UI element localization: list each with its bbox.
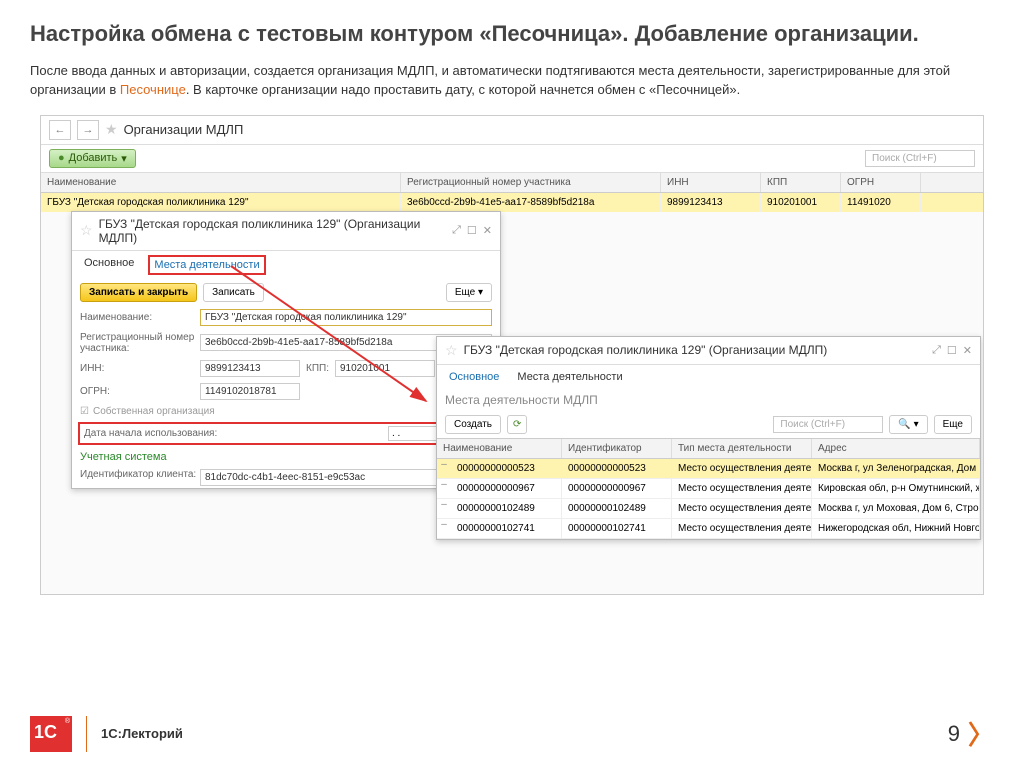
search-button[interactable]: 🔍 ▾ <box>889 415 927 434</box>
table-row[interactable]: –0000000000052300000000000523Место осуще… <box>437 459 980 479</box>
favorite-icon[interactable]: ☆ <box>445 342 458 359</box>
card-title: ГБУЗ "Детская городская поликлиника 129"… <box>99 217 447 245</box>
places-search[interactable]: Поиск (Ctrl+F) <box>773 416 883 433</box>
window-icon[interactable]: ☐ <box>947 344 957 357</box>
table-row[interactable]: –0000000010274100000000102741Место осуще… <box>437 519 980 539</box>
tab-places[interactable]: Места деятельности <box>148 255 265 275</box>
org-list-window: ← → ★ Организации МДЛП ●Добавить ▾ Поиск… <box>41 116 983 212</box>
open-icon[interactable]: ⤢ <box>452 224 461 237</box>
slide-footer: 1С® 1С:Лекторий 9 〉 <box>30 715 994 752</box>
kpp-field[interactable]: 910201001 <box>335 360 435 377</box>
footer-label: 1С:Лекторий <box>101 726 183 741</box>
more-button[interactable]: Еще <box>934 415 972 434</box>
slide-title: Настройка обмена с тестовым контуром «Пе… <box>30 20 994 49</box>
places-window: ☆ ГБУЗ "Детская городская поликлиника 12… <box>436 336 981 540</box>
refresh-button[interactable]: ⟳ <box>507 415 527 434</box>
ogrn-field[interactable]: 1149102018781 <box>200 383 300 400</box>
tab-places[interactable]: Места деятельности <box>513 369 626 385</box>
window-icon[interactable]: ☐ <box>467 224 477 237</box>
inn-field[interactable]: 9899123413 <box>200 360 300 377</box>
add-button[interactable]: ●Добавить ▾ <box>49 149 136 168</box>
plus-icon: ● <box>58 152 65 164</box>
chevron-right-icon: 〉 <box>968 715 994 752</box>
favorite-icon[interactable]: ☆ <box>80 222 93 239</box>
places-subtitle: Места деятельности МДЛП <box>437 389 980 411</box>
create-button[interactable]: Создать <box>445 415 501 434</box>
name-field[interactable]: ГБУЗ "Детская городская поликлиника 129" <box>200 309 492 326</box>
close-icon[interactable]: ✕ <box>963 344 972 357</box>
tab-main[interactable]: Основное <box>445 369 503 385</box>
intro-text: После ввода данных и авторизации, создае… <box>30 61 994 100</box>
save-close-button[interactable]: Записать и закрыть <box>80 283 197 302</box>
table-row[interactable]: –0000000010248900000000102489Место осуще… <box>437 499 980 519</box>
table-row[interactable]: ГБУЗ "Детская городская поликлиника 129"… <box>41 193 983 212</box>
places-header: Наименование Идентификатор Тип места дея… <box>437 438 980 459</box>
logo-1c: 1С® <box>30 716 72 752</box>
list-title: Организации МДЛП <box>124 122 244 137</box>
start-date-row: Дата начала использования: . . 📅 <box>78 422 494 445</box>
screenshot-area: ← → ★ Организации МДЛП ●Добавить ▾ Поиск… <box>40 115 984 595</box>
more-button[interactable]: Еще ▾ <box>446 283 492 302</box>
back-button[interactable]: ← <box>49 120 71 140</box>
tab-main[interactable]: Основное <box>80 255 138 275</box>
forward-button[interactable]: → <box>77 120 99 140</box>
places-title: ГБУЗ "Детская городская поликлиника 129"… <box>464 343 927 357</box>
list-header: Наименование Регистрационный номер участ… <box>41 173 983 193</box>
search-input[interactable]: Поиск (Ctrl+F) <box>865 150 975 167</box>
close-icon[interactable]: ✕ <box>483 224 492 237</box>
save-button[interactable]: Записать <box>203 283 264 302</box>
page-number: 9 <box>948 721 960 747</box>
table-row[interactable]: –0000000000096700000000000967Место осуще… <box>437 479 980 499</box>
open-icon[interactable]: ⤢ <box>932 344 941 357</box>
favorite-icon[interactable]: ★ <box>105 121 118 138</box>
